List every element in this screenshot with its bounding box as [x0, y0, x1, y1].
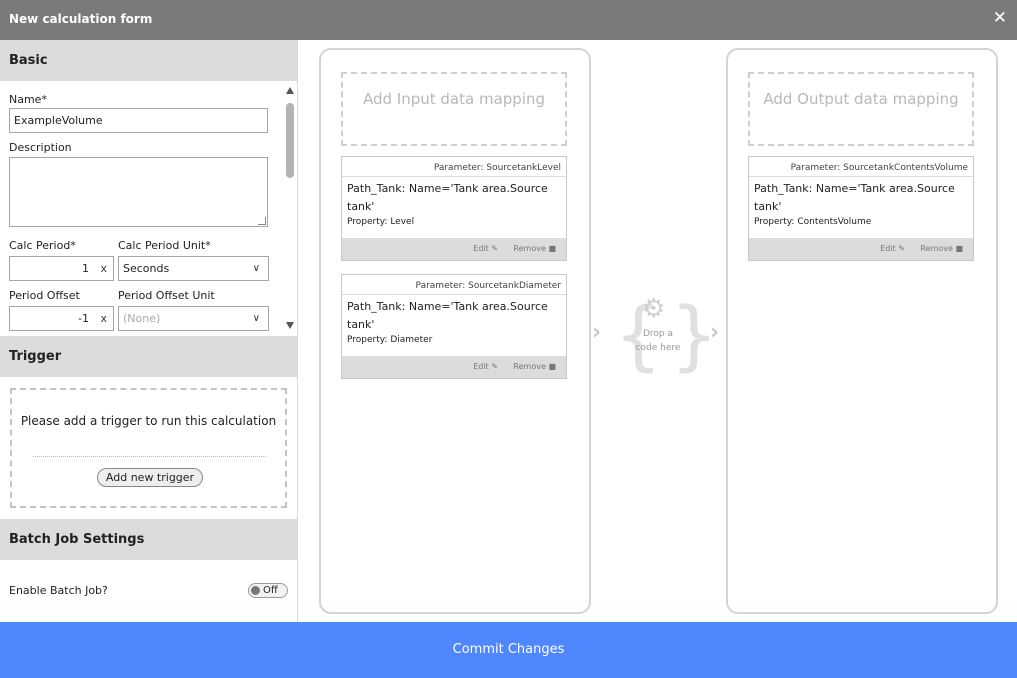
mapping-path: Path_Tank: Name='Tank area.Source tank'	[754, 182, 955, 213]
calc-period-label: Calc Period*	[9, 239, 76, 252]
edit-mapping-button[interactable]: Edit ✎	[880, 244, 905, 253]
mapping-card-footer: Edit ✎ Remove ■	[342, 356, 566, 378]
remove-label: Remove	[513, 244, 546, 253]
toggle-knob	[251, 586, 260, 595]
calc-period-value: 1	[82, 262, 89, 275]
remove-label: Remove	[513, 362, 546, 371]
trigger-empty-text: Please add a trigger to run this calcula…	[20, 414, 277, 428]
gear-icon: ⚙	[642, 294, 666, 324]
batch-section-header[interactable]: Batch Job Settings	[0, 519, 297, 560]
scroll-up-icon[interactable]	[286, 87, 294, 94]
title-bar: New calculation form ✕	[0, 0, 1017, 40]
mapping-card-footer: Edit ✎ Remove ■	[749, 238, 973, 260]
output-mapping-panel: Add Output data mapping Parameter: Sourc…	[726, 48, 998, 614]
add-output-mapping-dropzone[interactable]: Add Output data mapping	[748, 72, 974, 146]
pencil-icon: ✎	[491, 362, 498, 371]
description-label: Description	[9, 141, 72, 154]
input-mapping-card: Parameter: SourcetankLevel Path_Tank: Na…	[341, 156, 567, 261]
chevron-right-icon: ›	[592, 320, 602, 345]
toggle-label: Off	[263, 585, 278, 596]
scroll-thumb[interactable]	[286, 103, 294, 178]
form-sidebar: Basic Name* ExampleVolume Description Ca…	[0, 40, 298, 622]
window-title: New calculation form	[9, 12, 153, 26]
calc-period-unit-label: Calc Period Unit*	[118, 239, 211, 252]
calc-period-input[interactable]: 1 x	[9, 256, 114, 281]
period-offset-input[interactable]: -1 x	[9, 306, 114, 331]
pencil-icon: ✎	[898, 244, 905, 253]
edit-label: Edit	[880, 244, 896, 253]
description-textarea[interactable]	[9, 157, 268, 227]
mapping-property: Property: Level	[347, 217, 415, 227]
trash-icon: ■	[548, 244, 556, 253]
output-mapping-card: Parameter: SourcetankContentsVolume Path…	[748, 156, 974, 261]
edit-label: Edit	[473, 362, 489, 371]
chevron-right-icon: ›	[710, 320, 720, 345]
period-offset-label: Period Offset	[9, 289, 80, 302]
period-offset-unit-label: Period Offset Unit	[118, 289, 215, 302]
calc-period-unit-value: Seconds	[123, 262, 170, 275]
name-input[interactable]: ExampleVolume	[9, 108, 268, 133]
divider	[33, 456, 266, 457]
mapping-parameter: Parameter: SourcetankLevel	[342, 157, 566, 177]
trash-icon: ■	[548, 362, 556, 371]
enable-batch-label: Enable Batch Job?	[9, 584, 108, 597]
close-icon[interactable]: ✕	[993, 8, 1007, 28]
input-mapping-card: Parameter: SourcetankDiameter Path_Tank:…	[341, 274, 567, 379]
edit-mapping-button[interactable]: Edit ✎	[473, 362, 498, 371]
calc-period-unit-select[interactable]: Seconds ∨	[118, 256, 269, 281]
basic-scrollbar[interactable]	[285, 87, 295, 329]
basic-section-header[interactable]: Basic	[0, 40, 297, 81]
edit-mapping-button[interactable]: Edit ✎	[473, 244, 498, 253]
edit-label: Edit	[473, 244, 489, 253]
code-drop-area[interactable]: › { ⚙ Drop a code here } ›	[590, 290, 726, 390]
mapping-path: Path_Tank: Name='Tank area.Source tank'	[347, 182, 548, 213]
chevron-down-icon: ∨	[252, 263, 260, 274]
trash-icon: ■	[955, 244, 963, 253]
remove-mapping-button[interactable]: Remove ■	[920, 244, 963, 253]
add-input-mapping-dropzone[interactable]: Add Input data mapping	[341, 72, 567, 146]
period-offset-unit-select[interactable]: (None) ∨	[118, 306, 269, 331]
remove-mapping-button[interactable]: Remove ■	[513, 362, 556, 371]
clear-period-offset-icon[interactable]: x	[100, 307, 107, 330]
trigger-empty-box: Please add a trigger to run this calcula…	[10, 388, 287, 508]
mapping-path: Path_Tank: Name='Tank area.Source tank'	[347, 300, 548, 331]
resize-grip-icon[interactable]	[258, 217, 266, 225]
name-label: Name*	[9, 93, 47, 106]
commit-changes-button[interactable]: Commit Changes	[0, 622, 1017, 678]
trigger-section-header[interactable]: Trigger	[0, 336, 297, 377]
scroll-down-icon[interactable]	[286, 322, 294, 329]
pencil-icon: ✎	[491, 244, 498, 253]
input-mapping-panel: Add Input data mapping Parameter: Source…	[319, 48, 591, 614]
add-trigger-button[interactable]: Add new trigger	[97, 468, 203, 487]
period-offset-unit-value: (None)	[123, 312, 161, 325]
mapping-property: Property: Diameter	[347, 335, 433, 345]
basic-section-body: Name* ExampleVolume Description Calc Per…	[0, 81, 297, 336]
remove-label: Remove	[920, 244, 953, 253]
chevron-down-icon: ∨	[252, 313, 260, 324]
mapping-property: Property: ContentsVolume	[754, 217, 872, 227]
enable-batch-toggle[interactable]: Off	[248, 583, 288, 598]
period-offset-value: -1	[78, 312, 89, 325]
clear-calc-period-icon[interactable]: x	[100, 257, 107, 280]
mapping-card-footer: Edit ✎ Remove ■	[342, 238, 566, 260]
mapping-parameter: Parameter: SourcetankContentsVolume	[749, 157, 973, 177]
mapping-parameter: Parameter: SourcetankDiameter	[342, 275, 566, 295]
remove-mapping-button[interactable]: Remove ■	[513, 244, 556, 253]
